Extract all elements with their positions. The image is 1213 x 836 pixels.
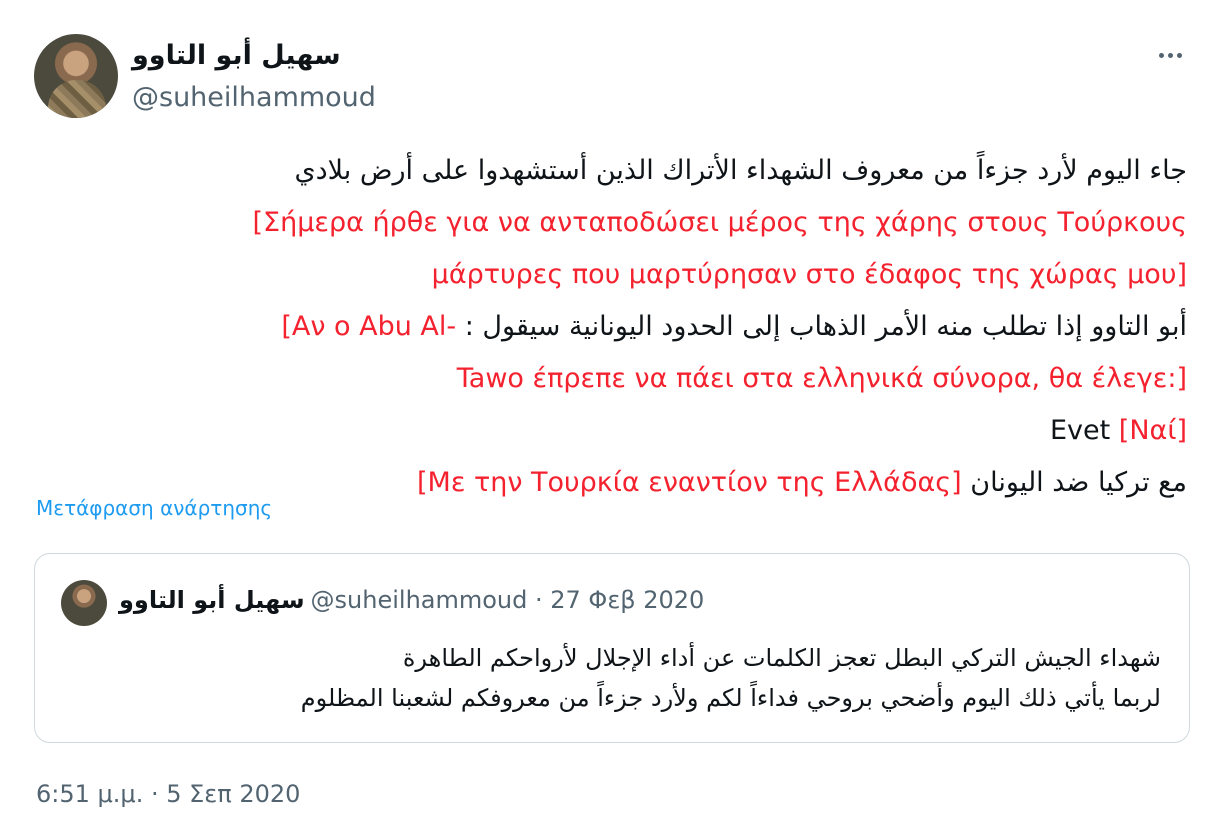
quoted-text: شهداء الجيش التركي البطل تعجز الكلمات عن… [61, 638, 1161, 718]
tweet-arabic-fragment: أبو التاوو إذا تطلب منه الأمر الذهاب إلى… [464, 311, 1187, 342]
tweet-greek-fragment: [Με την Τουρκία εναντίον της Ελλάδας] [417, 467, 962, 498]
quoted-handle-date: @suheilhammoud · 27 Φεβ 2020 [310, 586, 705, 614]
tweet-line-arabic: جاء اليوم لأرد جزءاً من معروف الشهداء ال… [294, 155, 1187, 186]
more-options-button[interactable] [1150, 40, 1190, 70]
quoted-display-name: سهيل أبو التاوو [119, 586, 305, 614]
quoted-header: سهيل أبو التاوو @suheilhammoud · 27 Φεβ 2… [119, 586, 704, 614]
more-horizontal-icon [1176, 52, 1182, 58]
tweet-arabic-fragment: مع تركيا ضد اليونان [970, 467, 1187, 498]
tweet-line-greek: Tawo έπρεπε να πάει στα ελληνικά σύνορα,… [456, 363, 1187, 394]
tweet-greek-fragment: [Αν ο Abu Al- [281, 311, 457, 342]
translate-post-link[interactable]: Μετάφραση ανάρτησης [36, 496, 272, 520]
tweet-line-mixed: [Αν ο Abu Al- أبو التاوو إذا تطلب منه ال… [27, 301, 1187, 353]
tweet-text: جاء اليوم لأرد جزءاً من معروف الشهداء ال… [27, 145, 1187, 509]
tweet-greek-fragment: [Ναί] [1118, 415, 1187, 446]
more-horizontal-icon [1167, 52, 1173, 58]
tweet-turkish-word: Evet [1049, 415, 1111, 446]
avatar-figure [48, 80, 106, 118]
quoted-line: لربما يأتي ذلك اليوم وأضحي بروحي فداءاً … [300, 684, 1161, 712]
quoted-avatar [61, 580, 107, 626]
tweet-line-greek: μάρτυρες που μαρτύρησαν στο έδαφος της χ… [431, 259, 1187, 290]
tweet: سهيل أبو التاوو @suheilhammoud جاء اليوم… [0, 0, 1213, 836]
user-handle[interactable]: @suheilhammoud [132, 82, 376, 113]
quoted-tweet[interactable]: سهيل أبو التاوو @suheilhammoud · 27 Φεβ 2… [34, 553, 1190, 743]
display-name[interactable]: سهيل أبو التاوو [132, 40, 341, 71]
tweet-timestamp[interactable]: 6:51 μ.μ. · 5 Σεπ 2020 [36, 780, 300, 808]
quoted-line: شهداء الجيش التركي البطل تعجز الكلمات عن… [402, 644, 1161, 672]
more-horizontal-icon [1158, 52, 1164, 58]
tweet-line-mixed: Evet [Ναί] [27, 405, 1187, 457]
tweet-line-greek: [Σήμερα ήρθε για να ανταποδώσει μέρος τη… [252, 207, 1187, 238]
avatar[interactable] [34, 34, 118, 118]
